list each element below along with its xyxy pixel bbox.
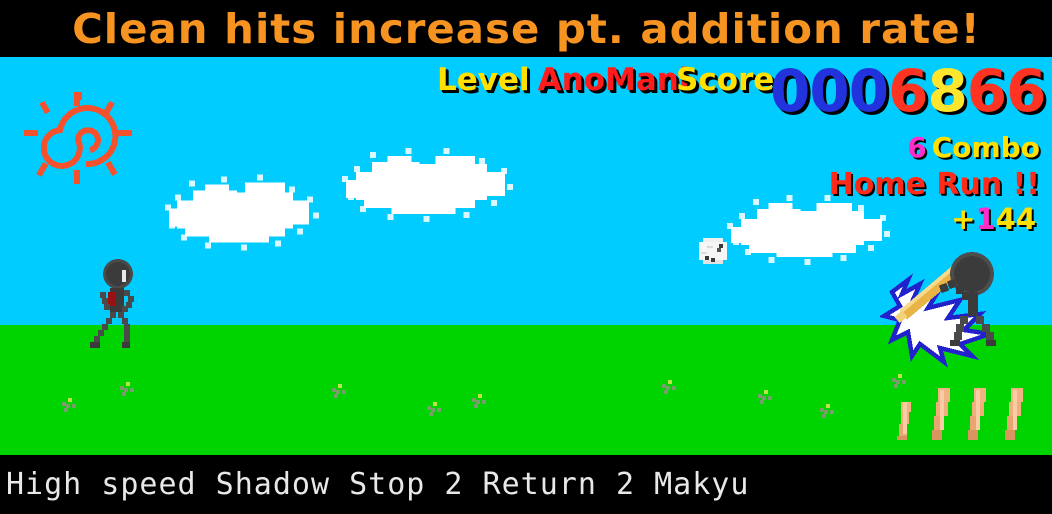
hud-level-value: AnoMani xyxy=(537,62,690,98)
hud-score-label: Score xyxy=(676,62,775,98)
grass-tuft xyxy=(660,378,678,394)
hud-points-rest-digits: 44 xyxy=(995,202,1036,236)
score-digit-3: 0 xyxy=(848,57,889,125)
batter-figure xyxy=(878,240,1010,368)
grass-tuft xyxy=(425,400,443,416)
hud-level: Level AnoMani xyxy=(437,65,689,96)
score-digit-6: 6 xyxy=(966,57,1007,125)
banner-text: Clean hits increase pt. addition rate! xyxy=(71,4,981,53)
ground-bat xyxy=(999,386,1027,444)
title-banner: Clean hits increase pt. addition rate! xyxy=(0,0,1052,57)
hud-points-plus: + xyxy=(951,202,976,236)
grass-tuft xyxy=(818,402,836,418)
hud-level-label: Level xyxy=(437,62,530,98)
ground-bat xyxy=(962,386,990,444)
score-digit-4: 6 xyxy=(888,57,928,125)
grass-tuft xyxy=(60,396,78,412)
grass-tuft xyxy=(330,382,348,398)
grass-tuft xyxy=(890,372,908,388)
cloud-right xyxy=(725,195,890,271)
spiral-sun-icon xyxy=(24,92,132,184)
game-screen: Clean hits increase pt. addition rate! L… xyxy=(0,0,1052,514)
hud-points-first-digit: 1 xyxy=(975,202,996,236)
hud-homerun-text: Home Run !! xyxy=(828,167,1040,202)
grass-tuft xyxy=(470,392,488,408)
grass-tuft xyxy=(756,388,774,404)
score-digit-7: 6 xyxy=(1006,57,1046,125)
grass-tuft xyxy=(118,380,136,396)
ground-bat xyxy=(926,386,954,444)
status-bar: High speed Shadow Stop 2 Return 2 Makyu xyxy=(0,455,1052,514)
hud-score-digits: 0006866 xyxy=(770,57,1047,125)
cloud-center xyxy=(340,148,515,232)
baseball-icon xyxy=(697,236,729,268)
hud-points-awarded: +144 xyxy=(951,205,1036,234)
hud-combo-label: Combo xyxy=(931,131,1040,164)
ground-bat xyxy=(893,398,917,444)
score-digit-2: 0 xyxy=(809,57,849,125)
cloud-left xyxy=(165,168,325,257)
score-digit-1: 0 xyxy=(770,57,810,125)
runner-figure xyxy=(88,258,152,356)
hud-combo: 6 Combo xyxy=(907,134,1040,162)
status-bar-text: High speed Shadow Stop 2 Return 2 Makyu xyxy=(6,467,750,502)
score-digit-5: 8 xyxy=(927,57,967,125)
hud-combo-count: 6 xyxy=(907,131,927,164)
